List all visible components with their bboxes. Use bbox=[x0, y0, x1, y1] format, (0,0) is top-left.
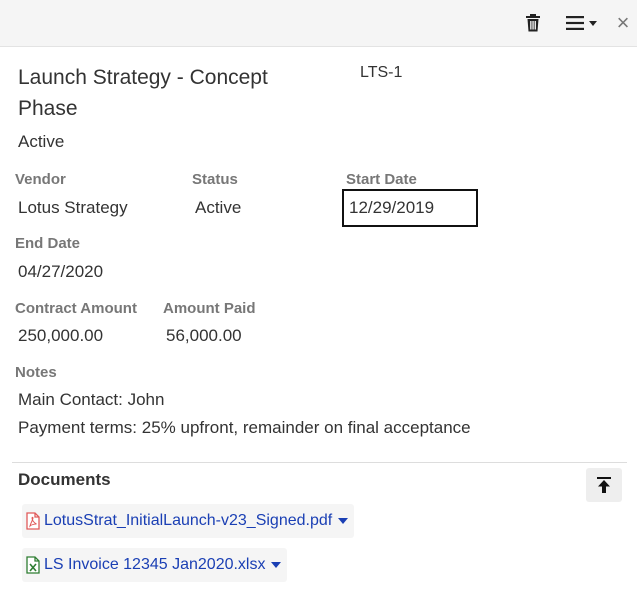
end-date-label: End Date bbox=[15, 235, 81, 252]
close-button[interactable]: × bbox=[612, 8, 634, 38]
pdf-file-icon bbox=[26, 512, 40, 530]
documents-title: Documents bbox=[18, 470, 111, 489]
end-date-value: 04/27/2020 bbox=[18, 262, 104, 281]
toolbar: × bbox=[0, 0, 637, 47]
vendor-value: Lotus Strategy bbox=[18, 198, 128, 217]
document-name: LotusStrat_InitialLaunch-v23_Signed.pdf bbox=[44, 512, 333, 529]
notes-line-2: Payment terms: 25% upfront, remainder on… bbox=[18, 418, 471, 437]
notes-label: Notes bbox=[15, 364, 57, 381]
status-value: Active bbox=[195, 198, 242, 217]
upload-to-top-icon bbox=[597, 477, 611, 493]
section-divider bbox=[12, 462, 627, 463]
trash-icon bbox=[526, 14, 540, 32]
record-status: Active bbox=[18, 132, 65, 151]
status-label: Status bbox=[192, 171, 238, 188]
document-item-xlsx[interactable]: LS Invoice 12345 Jan2020.xlsx bbox=[22, 548, 288, 582]
hamburger-menu-icon bbox=[565, 16, 584, 30]
excel-file-icon bbox=[26, 556, 40, 574]
contract-amount-value: 250,000.00 bbox=[18, 326, 104, 345]
chevron-down-icon bbox=[588, 20, 597, 26]
record-title: Launch Strategy - Concept Phase bbox=[18, 66, 268, 120]
contract-amount-label: Contract Amount bbox=[15, 300, 137, 317]
chevron-down-icon bbox=[338, 518, 349, 524]
document-name: LS Invoice 12345 Jan2020.xlsx bbox=[44, 556, 266, 573]
amount-paid-value: 56,000.00 bbox=[166, 326, 242, 345]
close-icon: × bbox=[616, 10, 630, 35]
chevron-down-icon bbox=[271, 562, 282, 568]
delete-button[interactable] bbox=[519, 8, 547, 38]
vendor-label: Vendor bbox=[15, 171, 66, 188]
start-date-label: Start Date bbox=[346, 171, 417, 188]
amount-paid-label: Amount Paid bbox=[163, 300, 256, 317]
actions-menu-button[interactable] bbox=[560, 8, 602, 38]
record-code: LTS-1 bbox=[360, 64, 403, 81]
upload-button[interactable] bbox=[586, 468, 622, 502]
document-item-pdf[interactable]: LotusStrat_InitialLaunch-v23_Signed.pdf bbox=[22, 504, 355, 538]
notes-line-1: Main Contact: John bbox=[18, 390, 165, 409]
start-date-value: 12/29/2019 bbox=[349, 198, 435, 217]
